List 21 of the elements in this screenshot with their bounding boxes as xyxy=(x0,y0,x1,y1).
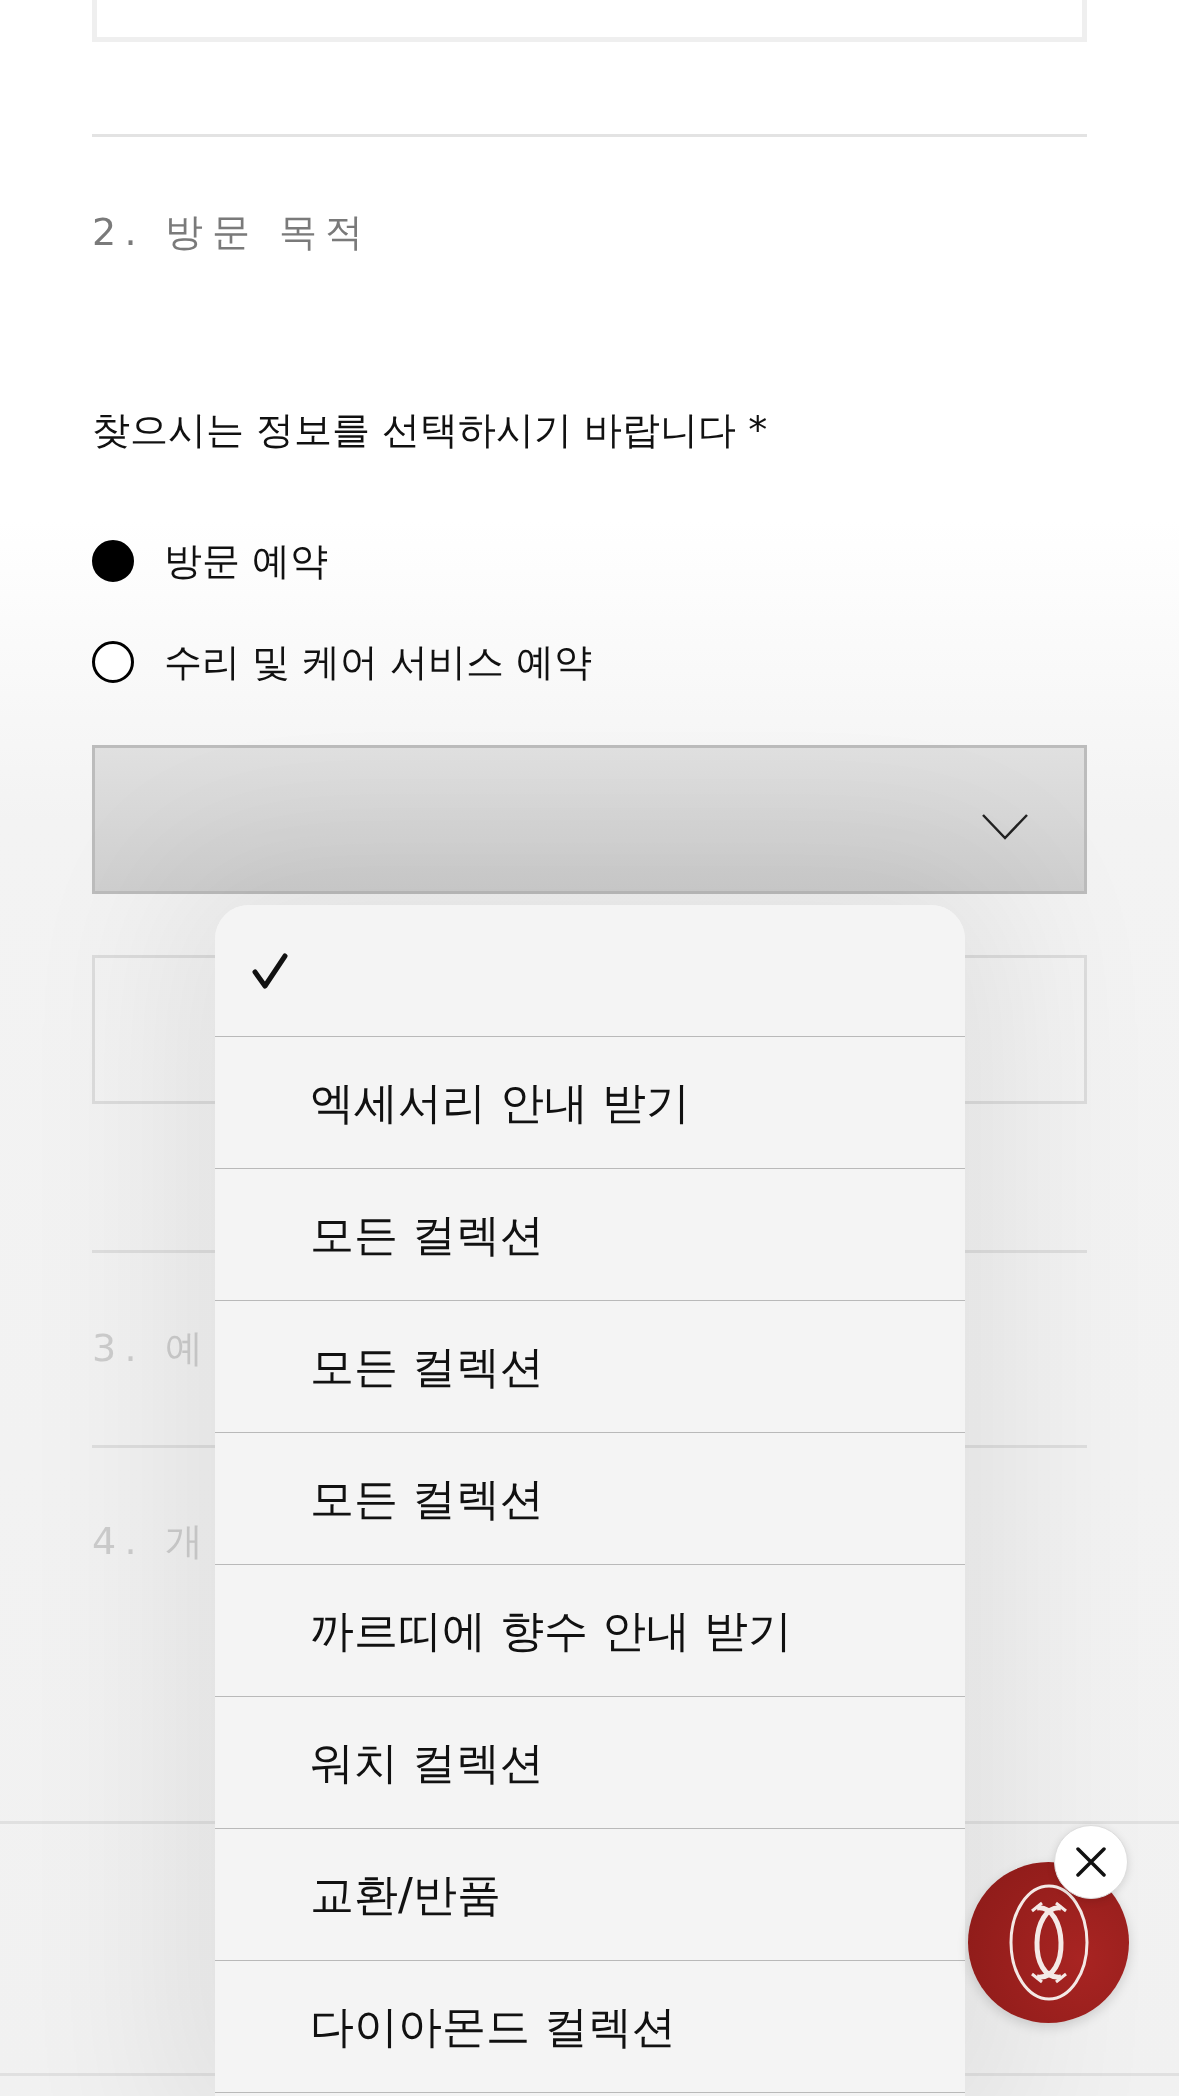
menu-item[interactable]: 까르띠에 향수 안내 받기 xyxy=(215,1564,965,1696)
question-label: 찾으시는 정보를 선택하시기 바랍니다 * xyxy=(92,408,768,452)
menu-item[interactable]: 모든 컬렉션 xyxy=(215,1168,965,1300)
close-icon xyxy=(1076,1847,1106,1877)
menu-item[interactable]: 모든 컬렉션 xyxy=(215,1432,965,1564)
chevron-down-icon xyxy=(982,813,1028,840)
menu-item[interactable]: 다이아몬드 컬렉션 xyxy=(215,1960,965,2092)
close-button[interactable] xyxy=(1054,1825,1128,1899)
menu-item[interactable]: 모든 컬렉션 xyxy=(215,1300,965,1432)
checkmark-icon xyxy=(252,952,288,989)
section-heading: 2. 방문 목적 xyxy=(92,209,372,256)
select-field[interactable] xyxy=(92,745,1087,894)
menu-item[interactable]: 교환/반품 xyxy=(215,1828,965,1960)
radio-button[interactable] xyxy=(92,540,134,582)
menu-item[interactable]: 엑세서리 안내 받기 xyxy=(215,1036,965,1168)
radio-label: 수리 및 케어 서비스 예약 xyxy=(164,640,593,684)
floating-logo-button[interactable] xyxy=(968,1862,1129,2023)
menu-item[interactable]: 워치 컬렉션 xyxy=(215,1696,965,1828)
logo-icon xyxy=(1008,1884,1089,2001)
radio-label: 방문 예약 xyxy=(164,539,329,583)
radio-button[interactable] xyxy=(92,641,134,683)
